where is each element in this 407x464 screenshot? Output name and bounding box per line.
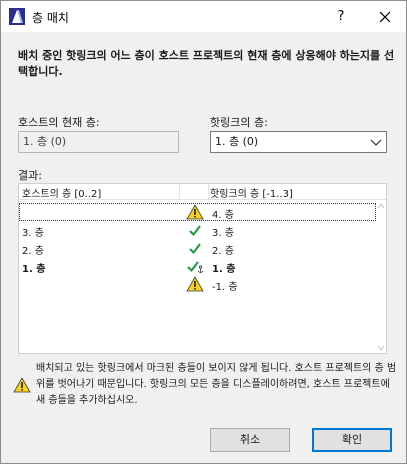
hotlink-story-cell: 4. 층: [212, 210, 234, 221]
column-divider: [208, 184, 209, 200]
close-icon: [379, 11, 391, 23]
hotlink-story-cell: 2. 층: [212, 246, 234, 257]
close-button[interactable]: [367, 1, 403, 32]
hotlink-story-label: 핫링크의 층:: [210, 116, 268, 129]
instruction-text: 배치 중인 핫링크의 어느 층이 호스트 프로젝트의 현재 층에 상응해야 하는…: [18, 49, 395, 78]
result-row[interactable]: 4. 층: [19, 203, 376, 221]
chevron-down-icon: [370, 139, 382, 146]
scroll-up-icon[interactable]: [377, 203, 385, 209]
warning-icon: [186, 276, 204, 292]
host-story-cell: 1. 층: [22, 264, 46, 275]
dialog-title: 층 매치: [32, 11, 69, 25]
results-label: 결과:: [18, 169, 42, 182]
column-hotlink-stories: 핫링크의 층 [-1..3]: [210, 189, 293, 200]
result-row[interactable]: 1. 층 1. 층: [19, 257, 376, 275]
check-icon: [189, 243, 201, 255]
scroll-down-icon[interactable]: [377, 345, 385, 351]
hotlink-story-cell: 1. 층: [212, 264, 236, 275]
warning-icon: [13, 377, 31, 393]
hotlink-story-dropdown[interactable]: 1. 층 (0): [210, 131, 387, 153]
result-row[interactable]: -1. 층: [19, 275, 376, 293]
host-story-cell: 2. 층: [22, 246, 44, 257]
help-button[interactable]: ?: [326, 1, 356, 32]
hotlink-story-cell: 3. 층: [212, 228, 234, 239]
warning-icon: [186, 204, 204, 220]
results-header: 호스트의 층 [0..2] 핫링크의 층 [-1..3]: [19, 184, 386, 200]
check-icon: [189, 225, 201, 237]
column-host-stories: 호스트의 층 [0..2]: [22, 189, 102, 200]
archicad-app-icon: [9, 8, 25, 25]
result-row[interactable]: 3. 층 3. 층: [19, 221, 376, 239]
column-divider: [179, 184, 180, 200]
result-row[interactable]: 2. 층 2. 층: [19, 239, 376, 257]
hotlink-story-cell: -1. 층: [212, 282, 238, 293]
title-bar: 층 매치 ?: [1, 1, 406, 32]
cancel-button[interactable]: 취소: [210, 428, 290, 452]
results-scrollbar[interactable]: [376, 201, 386, 353]
ok-button[interactable]: 확인: [312, 428, 392, 452]
host-current-story-field: 1. 층 (0): [18, 131, 179, 153]
host-current-story-label: 호스트의 현재 층:: [18, 116, 100, 129]
check-anchor-icon: [187, 261, 204, 273]
host-story-cell: 3. 층: [22, 228, 44, 239]
story-match-dialog: 층 매치 ? 배치 중인 핫링크의 어느 층이 호스트 프로젝트의 현재 층에 …: [0, 0, 407, 464]
warning-message: 배치되고 있는 핫링크에서 마크된 층들이 보이지 않게 됩니다. 호스트 프로…: [36, 363, 397, 406]
hotlink-story-selected: 1. 층 (0): [215, 135, 259, 148]
results-list[interactable]: 호스트의 층 [0..2] 핫링크의 층 [-1..3] 4. 층 3. 층 3…: [18, 183, 387, 354]
